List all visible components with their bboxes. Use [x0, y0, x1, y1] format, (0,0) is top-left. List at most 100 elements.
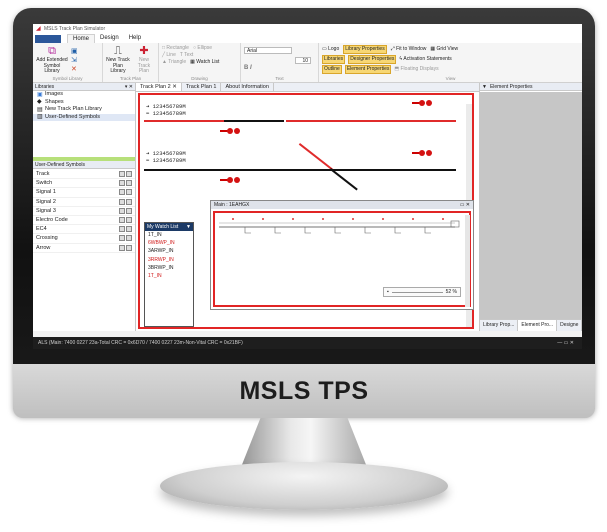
right-pane-tabs: Library Prop... Element Pro... Designe — [480, 319, 582, 331]
symbols-header: User-Defined Symbols — [33, 161, 135, 169]
save-icon[interactable]: ▣ — [71, 47, 78, 55]
signal[interactable] — [412, 100, 432, 106]
new-plan-icon: ✚ — [139, 45, 149, 57]
delete-icon[interactable]: ✕ — [71, 65, 78, 73]
grid-view-button[interactable]: ▦ Grid View — [430, 46, 458, 53]
zoom-track[interactable] — [391, 291, 443, 293]
monitor-neck — [241, 418, 367, 466]
window-buttons[interactable]: — ▭ ✕ — [557, 337, 574, 349]
watch-list-button[interactable]: ▦ Watch List — [190, 59, 219, 66]
rectangle-tool[interactable]: □ Rectangle — [162, 45, 189, 52]
main-window-titlebar[interactable]: Main : 1EAHGX ▭ ✕ — [211, 201, 473, 209]
properties-grid — [480, 92, 582, 319]
new-track-plan-library-button[interactable]: ⎍ New Track Plan Library — [106, 45, 130, 80]
element-properties-pane: ▼ Element Properties Library Prop... Elem… — [479, 83, 582, 331]
new-track-plan-button[interactable]: ✚ New Track Plan — [133, 45, 155, 80]
group-caption-symbol-library: Symbol Library — [52, 76, 83, 81]
symbol-row[interactable]: Signal 1 — [33, 188, 135, 198]
signal[interactable] — [220, 128, 240, 134]
title-bar: ◢ MSLS Track Plan Simulator — [33, 24, 582, 33]
ribbon-group-drawing: □ Rectangle ○ Ellipse ╱ Line T Text ▲ Tr… — [159, 43, 241, 82]
symbol-actions[interactable] — [119, 198, 132, 205]
symbol-row[interactable]: Track — [33, 170, 135, 180]
library-properties-button[interactable]: Library Properties — [343, 45, 387, 54]
user-library-icon: ▥ — [37, 114, 43, 121]
symbol-actions[interactable] — [119, 244, 132, 251]
font-size-input[interactable]: 10 — [295, 57, 311, 64]
symbol-actions[interactable] — [119, 226, 132, 233]
signal[interactable] — [220, 177, 240, 183]
symbol-row[interactable]: Crossing — [33, 234, 135, 244]
tab-designer-properties[interactable]: Designe — [557, 320, 582, 331]
designer-properties-toggle[interactable]: Designer Properties — [348, 55, 397, 64]
symbol-actions[interactable] — [119, 171, 132, 178]
watch-item[interactable]: 3ARWP_IN — [145, 247, 193, 255]
zoom-slider[interactable]: ▪ 52 % — [383, 287, 461, 297]
group-caption-text: Text — [275, 76, 284, 81]
track-segment[interactable] — [224, 120, 284, 122]
library-item-new-track-plan[interactable]: ▤ New Track Plan Library — [33, 106, 135, 114]
symbol-row[interactable]: EC4 — [33, 225, 135, 235]
window-title: MSLS Track Plan Simulator — [44, 25, 106, 32]
track-segment[interactable] — [144, 120, 224, 122]
track-label: ⬅ 123456789M — [146, 110, 186, 117]
libraries-toggle[interactable]: Libraries — [322, 55, 346, 64]
track-segment[interactable] — [144, 169, 456, 171]
import-icon[interactable]: ⇲ — [71, 56, 78, 64]
symbol-actions[interactable] — [119, 235, 132, 242]
watch-item[interactable]: 3RRWP_IN — [145, 256, 193, 264]
group-caption-view: View — [445, 76, 456, 81]
text-tool[interactable]: T Text — [180, 52, 193, 59]
tab-about-information[interactable]: About Information — [221, 83, 274, 91]
tab-library-properties[interactable]: Library Prop... — [480, 320, 519, 331]
chevron-down-icon[interactable]: ▼ — [186, 223, 191, 231]
outline-toggle[interactable]: Outline — [322, 65, 342, 74]
ribbon-group-view: ▭ Logo Library Properties ⤢ Fit to Windo… — [319, 43, 582, 82]
symbol-actions[interactable] — [119, 189, 132, 196]
symbol-actions[interactable] — [119, 217, 132, 224]
symbol-row[interactable]: Arrow — [33, 244, 135, 253]
symbol-row[interactable]: Electro Code — [33, 216, 135, 226]
activation-statements-button[interactable]: ϟ Activation Statements — [399, 56, 451, 63]
triangle-tool[interactable]: ▲ Triangle — [162, 59, 186, 66]
symbol-actions[interactable] — [119, 180, 132, 187]
pin-icon[interactable]: ▾ ✕ — [125, 83, 133, 90]
library-item-shapes[interactable]: ◆ Shapes — [33, 99, 135, 107]
ribbon-group-text: Arial 10 B I Text — [241, 43, 319, 82]
element-properties-toggle[interactable]: Element Properties — [344, 65, 392, 74]
switch-diverging[interactable] — [329, 168, 358, 191]
signal[interactable] — [412, 150, 432, 156]
pin-icon[interactable]: ▼ — [482, 83, 487, 90]
symbol-row[interactable]: Signal 3 — [33, 207, 135, 216]
tab-element-properties[interactable]: Element Pro... — [518, 320, 558, 331]
font-name-select[interactable]: Arial — [244, 47, 292, 54]
monitor-chin: MSLS TPS — [13, 364, 595, 418]
tab-track-plan-1[interactable]: Track Plan 1 — [182, 83, 222, 91]
bold-italic-buttons[interactable]: B I — [244, 65, 315, 71]
line-tool[interactable]: ╱ Line — [162, 52, 176, 59]
tab-home[interactable]: Home — [67, 34, 96, 43]
tab-help[interactable]: Help — [124, 34, 146, 43]
logo-button[interactable]: ▭ Logo — [322, 46, 339, 53]
tab-track-plan-2[interactable]: Track Plan 2 ✕ — [136, 83, 182, 91]
symbol-row[interactable]: Switch — [33, 179, 135, 189]
symbol-row[interactable]: Signal 2 — [33, 198, 135, 207]
workspace: Libraries ▾ ✕ ▣ Images ◆ Shapes ▤ New Track … — [33, 83, 582, 331]
tab-design[interactable]: Design — [95, 34, 124, 43]
watch-item[interactable]: 1T_IN — [145, 272, 193, 280]
library-item-user-defined[interactable]: ▥ User-Defined Symbols — [33, 113, 135, 121]
watch-item[interactable]: 3BRWP_IN — [145, 264, 193, 272]
floating-displays-button[interactable]: ⬒ Floating Displays — [394, 66, 438, 73]
file-menu-button[interactable] — [35, 35, 61, 43]
ellipse-tool[interactable]: ○ Ellipse — [193, 45, 212, 52]
window-controls[interactable]: ▭ ✕ — [460, 201, 470, 209]
add-extended-library-button[interactable]: ⧉ Add Extended Symbol Library — [36, 45, 68, 80]
switch-diverging[interactable] — [298, 143, 335, 172]
track-segment[interactable] — [286, 120, 456, 122]
zoom-out-icon[interactable]: ▪ — [387, 288, 389, 297]
symbol-actions[interactable] — [119, 207, 132, 214]
watch-item[interactable]: 6WBWP_IN — [145, 239, 193, 247]
library-item-images[interactable]: ▣ Images — [33, 91, 135, 99]
fit-to-window-button[interactable]: ⤢ Fit to Window — [391, 46, 427, 53]
watch-item[interactable]: 1T_IN — [145, 231, 193, 239]
